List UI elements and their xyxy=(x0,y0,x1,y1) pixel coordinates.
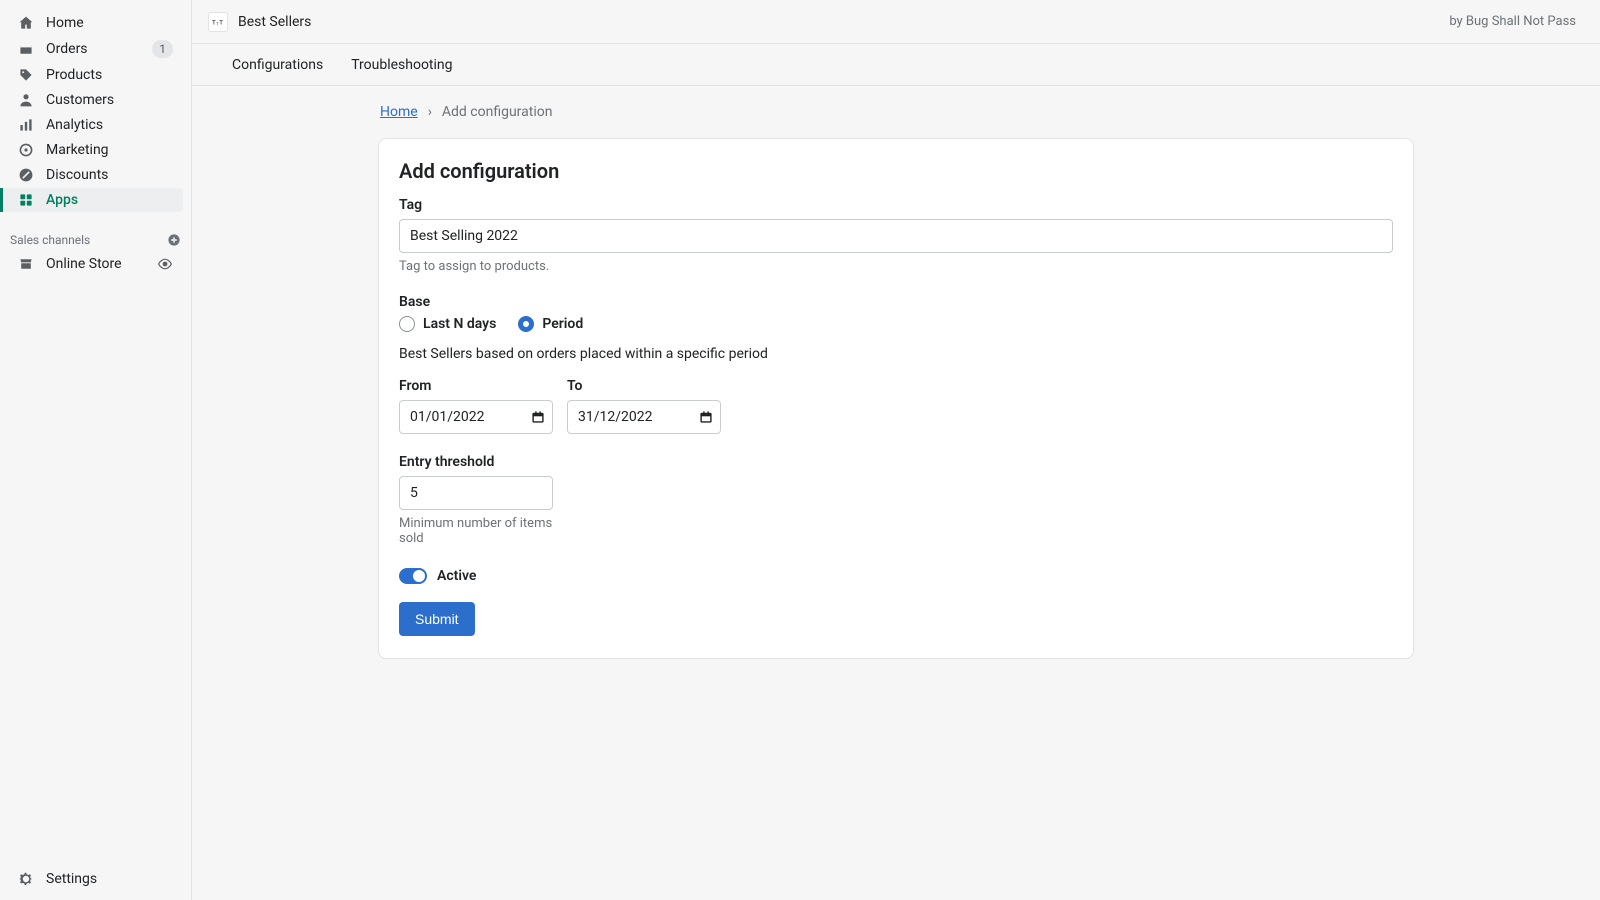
sidebar-item-label: Marketing xyxy=(46,142,109,158)
content: Home › Add configuration Add configurati… xyxy=(192,86,1600,900)
to-date-input[interactable] xyxy=(567,400,721,434)
tag-help: Tag to assign to products. xyxy=(399,259,1393,274)
sidebar-item-online-store[interactable]: Online Store xyxy=(8,252,183,276)
active-label: Active xyxy=(437,568,476,584)
page-title: Add configuration xyxy=(399,159,1393,183)
primary-nav: Home Orders 1 Products Customers A xyxy=(0,0,191,217)
sidebar-item-orders[interactable]: Orders 1 xyxy=(8,36,183,62)
orders-badge: 1 xyxy=(152,40,173,58)
radio-icon xyxy=(518,316,534,332)
sidebar-item-label: Analytics xyxy=(46,117,103,133)
products-icon xyxy=(18,67,34,83)
sidebar-item-label: Customers xyxy=(46,92,114,108)
sidebar-item-label: Online Store xyxy=(46,256,122,272)
gear-icon xyxy=(18,871,34,887)
orders-icon xyxy=(18,41,34,57)
main: TTT Best Sellers by Bug Shall Not Pass C… xyxy=(192,0,1600,900)
to-label: To xyxy=(567,378,721,394)
marketing-icon xyxy=(18,142,34,158)
sidebar-item-apps[interactable]: Apps xyxy=(0,188,183,212)
from-date-input[interactable] xyxy=(399,400,553,434)
tab-configurations[interactable]: Configurations xyxy=(232,57,323,73)
sidebar-item-label: Orders xyxy=(46,41,88,57)
sales-channels-header: Sales channels xyxy=(0,217,191,251)
sidebar-item-products[interactable]: Products xyxy=(8,63,183,87)
tag-input[interactable] xyxy=(399,219,1393,253)
threshold-help: Minimum number of items sold xyxy=(399,516,553,546)
breadcrumb: Home › Add configuration xyxy=(380,104,1414,120)
sidebar-item-label: Products xyxy=(46,67,102,83)
config-form-card: Add configuration Tag Tag to assign to p… xyxy=(378,138,1414,659)
sidebar-item-marketing[interactable]: Marketing xyxy=(8,138,183,162)
base-label: Base xyxy=(399,294,1393,310)
tag-label: Tag xyxy=(399,197,1393,213)
toggle-knob xyxy=(413,570,425,582)
sidebar-item-analytics[interactable]: Analytics xyxy=(8,113,183,137)
chevron-right-icon: › xyxy=(428,104,432,120)
svg-text:T: T xyxy=(212,19,216,26)
sidebar-item-home[interactable]: Home xyxy=(8,11,183,35)
analytics-icon xyxy=(18,117,34,133)
sidebar-item-settings[interactable]: Settings xyxy=(8,867,183,891)
view-store-icon[interactable] xyxy=(157,256,173,272)
sidebar-footer: Settings xyxy=(0,858,191,900)
app-logo-icon: TTT xyxy=(208,12,228,32)
tab-troubleshooting[interactable]: Troubleshooting xyxy=(351,57,452,73)
add-channel-icon[interactable] xyxy=(167,233,181,247)
sidebar-item-label: Discounts xyxy=(46,167,108,183)
sidebar-item-label: Settings xyxy=(46,871,97,887)
radio-label: Period xyxy=(542,316,583,332)
app-byline: by Bug Shall Not Pass xyxy=(1449,14,1576,29)
customers-icon xyxy=(18,92,34,108)
section-label: Sales channels xyxy=(10,233,90,247)
active-toggle[interactable] xyxy=(399,568,427,584)
sidebar-item-customers[interactable]: Customers xyxy=(8,88,183,112)
store-icon xyxy=(18,256,34,272)
apps-icon xyxy=(18,192,34,208)
from-label: From xyxy=(399,378,553,394)
svg-text:T: T xyxy=(219,19,223,26)
radio-period[interactable]: Period xyxy=(518,316,583,332)
radio-label: Last N days xyxy=(423,316,496,332)
base-radio-group: Last N days Period xyxy=(399,316,1393,332)
base-description: Best Sellers based on orders placed with… xyxy=(399,346,1393,362)
app-bar: TTT Best Sellers by Bug Shall Not Pass xyxy=(192,0,1600,44)
radio-icon xyxy=(399,316,415,332)
breadcrumb-home-link[interactable]: Home xyxy=(380,104,418,120)
tabs: Configurations Troubleshooting xyxy=(192,44,1600,86)
radio-last-n-days[interactable]: Last N days xyxy=(399,316,496,332)
sidebar: Home Orders 1 Products Customers A xyxy=(0,0,192,900)
channels-nav: Online Store xyxy=(0,251,191,281)
app-title: Best Sellers xyxy=(238,14,311,30)
submit-button[interactable]: Submit xyxy=(399,602,475,636)
breadcrumb-current: Add configuration xyxy=(442,104,553,120)
home-icon xyxy=(18,15,34,31)
threshold-input[interactable] xyxy=(399,476,553,510)
threshold-label: Entry threshold xyxy=(399,454,553,470)
sidebar-item-label: Home xyxy=(46,15,84,31)
sidebar-item-label: Apps xyxy=(46,192,78,208)
sidebar-item-discounts[interactable]: Discounts xyxy=(8,163,183,187)
discounts-icon xyxy=(18,167,34,183)
